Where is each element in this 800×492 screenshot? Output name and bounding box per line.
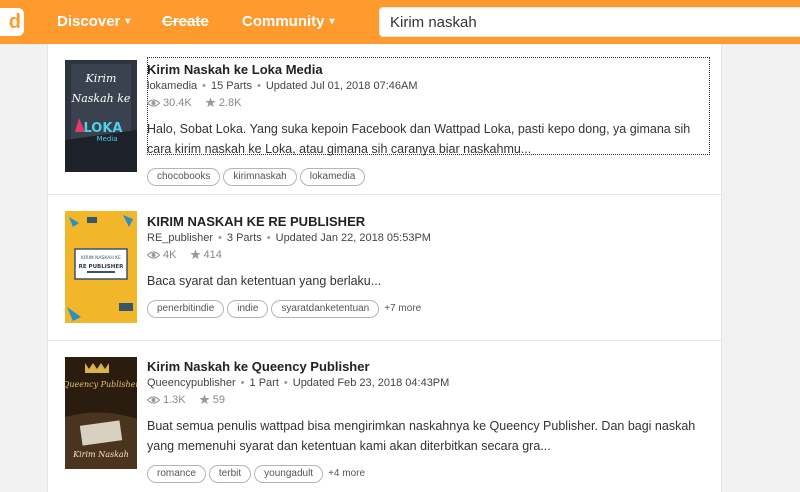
nav-community-label: Community (242, 13, 325, 30)
nav-create[interactable]: Create (162, 13, 209, 31)
story-meta: Queencypublisher • 1 Part • Updated Feb 23, … (147, 377, 450, 389)
story-result[interactable]: Kirim Naskah ke LOKA Media Kirim Naskah … (48, 44, 723, 195)
tag[interactable]: romance (147, 465, 206, 483)
story-parts: 1 Part (249, 377, 279, 389)
chevron-down-icon: ▾ (125, 16, 131, 27)
wattpad-logo[interactable]: d (0, 8, 24, 36)
story-meta: lokamedia • 15 Parts • Updated Jul 01, 2018 … (147, 80, 418, 92)
eye-icon (146, 251, 161, 259)
story-updated: Updated Jul 01, 2018 07:46AM (265, 80, 418, 92)
reads-count: 1.3K (146, 393, 186, 407)
cover-text: Kirim Naskah (72, 450, 129, 459)
search-results-list: Kirim Naskah ke LOKA Media Kirim Naskah … (47, 44, 723, 492)
cover-text: Media (96, 135, 117, 143)
chevron-down-icon: ▾ (329, 16, 335, 27)
story-title[interactable]: Kirim Naskah ke Loka Media (147, 62, 703, 78)
story-info: Kirim Naskah ke Queency Publisher Queenc… (146, 359, 703, 483)
story-info: Kirim Naskah ke Loka Media lokamedia • 15 … (146, 62, 703, 186)
votes-count: 2.8K (205, 96, 241, 110)
nav-discover-label: Discover (57, 13, 121, 30)
search-input[interactable] (379, 7, 800, 37)
story-author[interactable]: Queencypublisher (147, 377, 236, 389)
story-parts: 3 Parts (226, 232, 262, 244)
story-title[interactable]: KIRIM NASKAH KE RE PUBLISHER (147, 214, 703, 230)
nav-community[interactable]: Community ▾ (242, 13, 335, 31)
story-stats: 1.3K 59 (146, 393, 703, 407)
more-tags-link[interactable]: +7 more (384, 300, 421, 318)
tag-list: chocobooks kirimnaskah lokamedia (147, 166, 703, 186)
story-title[interactable]: Kirim Naskah ke Queency Publisher (147, 359, 703, 375)
story-info: KIRIM NASKAH KE RE PUBLISHER RE_publishe… (146, 214, 703, 318)
reads-count: 4K (146, 248, 176, 262)
top-nav-bar: d Discover ▾ Create Community ▾ (0, 0, 800, 44)
story-cover[interactable]: KIRIM NASKAH KE RE PUBLISHER (65, 211, 137, 323)
votes-count: 414 (189, 248, 222, 262)
nav-discover[interactable]: Discover ▾ (57, 13, 130, 31)
tag[interactable]: chocobooks (147, 168, 221, 186)
tag[interactable]: kirimnaskah (223, 168, 297, 186)
story-updated: Updated Feb 23, 2018 04:43PM (292, 377, 450, 389)
tag[interactable]: syaratdanketentuan (271, 300, 380, 318)
eye-icon (146, 99, 161, 107)
story-description: Halo, Sobat Loka. Yang suka kepoin Faceb… (147, 122, 691, 156)
tag[interactable]: indie (227, 300, 269, 318)
votes-count: 59 (199, 393, 225, 407)
tag[interactable]: lokamedia (299, 168, 366, 186)
eye-icon (146, 396, 161, 404)
star-icon (205, 97, 216, 108)
story-description: Baca syarat dan ketentuan yang berlaku..… (147, 274, 382, 288)
story-stats: 4K 414 (146, 248, 703, 262)
tag-list: romance terbit youngadult +4 more (147, 463, 703, 483)
story-result[interactable]: KIRIM NASKAH KE RE PUBLISHER KIRIM NASKA… (48, 195, 723, 341)
star-icon (189, 249, 201, 260)
cover-text: LOKA (83, 121, 122, 136)
story-parts: 15 Parts (211, 80, 252, 92)
story-description: Buat semua penulis wattpad bisa mengirim… (147, 419, 696, 453)
cover-text: Kirim (85, 72, 117, 85)
cover-text: Naskah ke (71, 92, 131, 105)
story-author[interactable]: RE_publisher (147, 232, 213, 244)
nav-create-label: Create (162, 13, 209, 30)
story-stats: 30.4K 2.8K (146, 96, 703, 110)
star-icon (199, 394, 210, 405)
cover-text: KIRIM NASKAH KE (81, 255, 121, 261)
tag[interactable]: penerbitindie (147, 300, 225, 318)
cover-text: Queency Publisher (65, 380, 137, 389)
story-result[interactable]: Queency Publisher Kirim Naskah Kirim Nas… (48, 341, 723, 492)
story-updated: Updated Jan 22, 2018 05:53PM (275, 232, 431, 244)
reads-count: 30.4K (146, 96, 192, 110)
story-meta: RE_publisher • 3 Parts • Updated Jan 22, 201… (147, 232, 431, 244)
cover-text: RE PUBLISHER (79, 264, 124, 270)
tag[interactable]: terbit (208, 465, 252, 483)
story-cover[interactable]: Kirim Naskah ke LOKA Media (65, 60, 137, 172)
story-author[interactable]: lokamedia (147, 80, 197, 92)
story-cover[interactable]: Queency Publisher Kirim Naskah (65, 357, 137, 469)
tag[interactable]: youngadult (254, 465, 324, 483)
more-tags-link[interactable]: +4 more (328, 465, 365, 483)
tag-list: penerbitindie indie syaratdanketentuan +7 m… (147, 298, 703, 318)
